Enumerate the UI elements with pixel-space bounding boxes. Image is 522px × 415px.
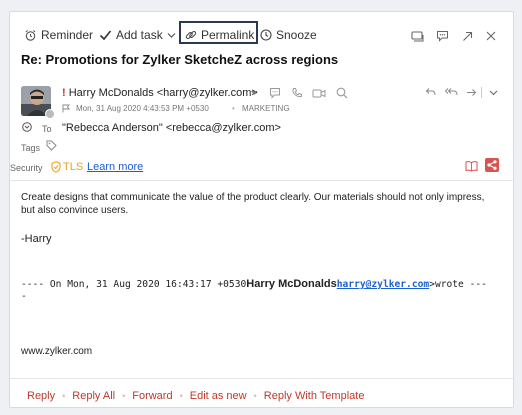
reply-actions-bar: Reply • Reply All • Forward • Edit as ne… xyxy=(10,384,513,408)
reply-all-icon[interactable] xyxy=(444,87,458,97)
toolbar-divider xyxy=(481,87,482,98)
share-icon[interactable] xyxy=(485,158,499,172)
header-divider xyxy=(10,180,513,181)
website-text: www.zylker.com xyxy=(21,346,93,357)
date-separator-dot: • xyxy=(232,104,235,113)
more-options-chevron-icon[interactable] xyxy=(489,90,498,96)
presence-dot xyxy=(45,109,55,119)
footer-separator: • xyxy=(179,391,183,401)
forward-icon[interactable] xyxy=(466,88,477,97)
add-task-button[interactable]: Add task xyxy=(99,28,176,42)
translate-book-icon[interactable] xyxy=(465,160,478,172)
alarm-clock-icon xyxy=(25,29,36,41)
to-label: To xyxy=(42,124,52,134)
reminder-button[interactable]: Reminder xyxy=(24,28,93,42)
folder-label[interactable]: MARKETING xyxy=(242,104,290,113)
reply-all-button[interactable]: Reply All xyxy=(72,390,115,402)
search-icon[interactable] xyxy=(336,87,348,99)
quote-dash: - xyxy=(21,291,27,302)
email-card: Reminder Add task Permalink Snooze Re: P… xyxy=(9,11,514,408)
edit-as-new-button[interactable]: Edit as new xyxy=(190,390,247,402)
email-date: Mon, 31 Aug 2020 4:43:53 PM +0530 xyxy=(76,104,209,113)
chat-icon[interactable] xyxy=(436,30,449,42)
email-subject: Re: Promotions for Zylker SketcheZ acros… xyxy=(21,52,339,67)
reply-with-template-button[interactable]: Reply With Template xyxy=(264,390,365,402)
chevron-down-icon xyxy=(167,32,176,38)
tag-icon[interactable] xyxy=(46,140,57,151)
checkmark-icon xyxy=(99,30,112,41)
sender-line: ! Harry McDonalds <harry@zylker.com> xyxy=(62,87,258,99)
tags-label: Tags xyxy=(21,143,41,153)
permalink-label: Permalink xyxy=(201,28,255,42)
body-line-2: but also convince users. xyxy=(21,205,129,216)
snooze-button[interactable]: Snooze xyxy=(260,28,317,42)
link-icon xyxy=(185,31,197,39)
reminder-label: Reminder xyxy=(41,28,94,42)
flag-icon[interactable] xyxy=(62,104,70,113)
clock-icon xyxy=(260,29,272,41)
to-recipient[interactable]: "Rebecca Anderson" <rebecca@zylker.com> xyxy=(62,122,281,134)
permalink-button[interactable]: Permalink xyxy=(185,28,254,42)
footer-separator: • xyxy=(122,391,126,401)
quote-prefix: ---- On Mon, 31 Aug 2020 16:43:17 +0530 xyxy=(21,279,247,290)
close-icon[interactable] xyxy=(486,31,496,41)
tls-label: TLS xyxy=(63,161,84,173)
expand-recipients-icon[interactable] xyxy=(22,122,32,132)
quote-sender-name: Harry McDonalds xyxy=(246,278,337,290)
quote-header: ---- On Mon, 31 Aug 2020 16:43:17 +0530H… xyxy=(21,278,487,290)
video-call-icon[interactable] xyxy=(312,88,326,99)
chat-bubble-icon[interactable] xyxy=(269,87,281,99)
security-label: Security xyxy=(10,163,43,173)
shield-check-icon xyxy=(51,161,61,173)
copy-window-icon[interactable] xyxy=(411,31,424,42)
caret-down-icon[interactable] xyxy=(251,91,257,96)
footer-separator: • xyxy=(62,391,66,401)
body-signature: -Harry xyxy=(21,233,52,245)
quote-sender-email[interactable]: harry@zylker.com xyxy=(337,279,429,290)
learn-more-link[interactable]: Learn more xyxy=(87,161,143,173)
sender-address[interactable]: Harry McDonalds <harry@zylker.com> xyxy=(69,87,258,99)
add-task-label: Add task xyxy=(116,28,163,42)
footer-divider xyxy=(10,378,513,379)
reply-icon[interactable] xyxy=(425,87,436,97)
footer-separator: • xyxy=(253,391,257,401)
share-nodes-glyph xyxy=(487,160,497,170)
body-line-1: Create designs that communicate the valu… xyxy=(21,192,485,203)
priority-mark: ! xyxy=(62,87,66,99)
phone-icon[interactable] xyxy=(291,87,303,99)
forward-button[interactable]: Forward xyxy=(132,390,172,402)
snooze-label: Snooze xyxy=(276,28,317,42)
quote-suffix: >wrote --- xyxy=(429,279,487,290)
pop-out-icon[interactable] xyxy=(462,31,473,42)
reply-button[interactable]: Reply xyxy=(27,390,55,402)
